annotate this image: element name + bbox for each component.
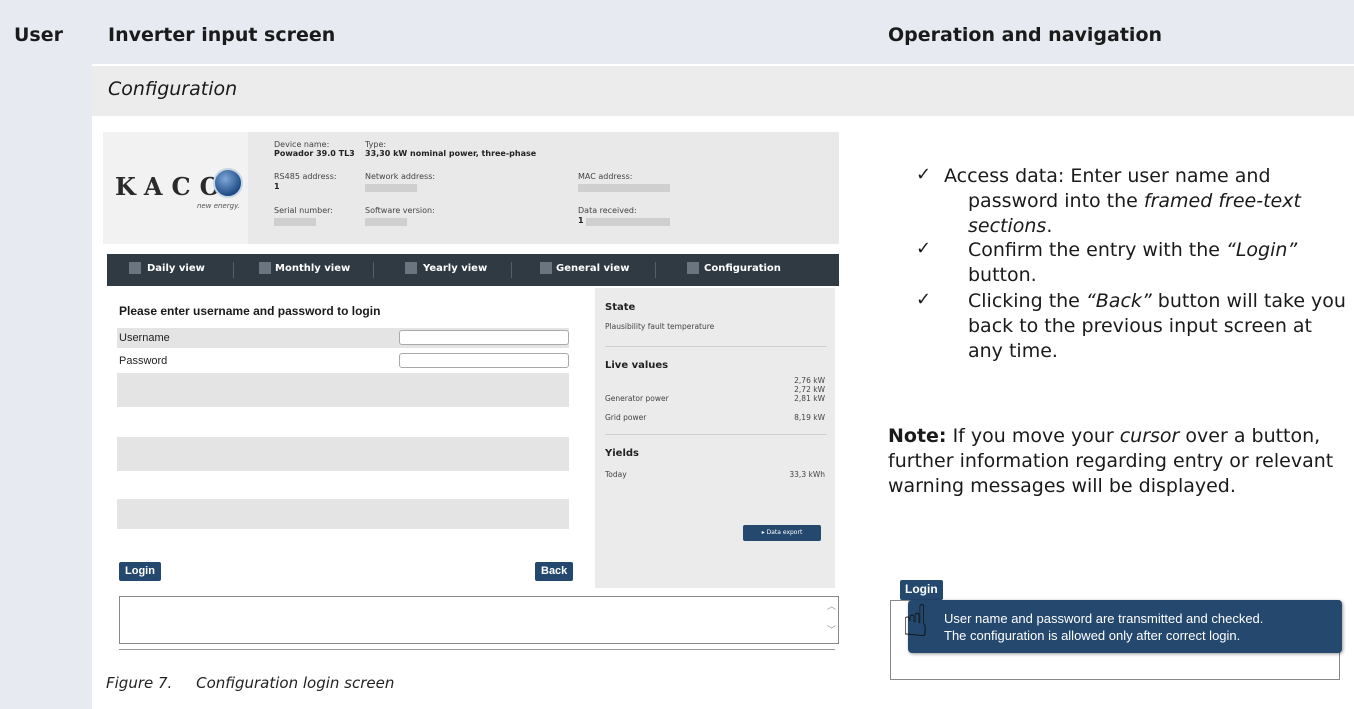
nav-divider (511, 262, 512, 278)
mac-redacted (578, 184, 670, 192)
instruction-access-data: Access data: Enter user name and passwor… (944, 164, 1350, 239)
note-paragraph: Note: If you move your cursor over a but… (888, 424, 1350, 499)
nav-divider (373, 262, 374, 278)
nav-yearly-view[interactable]: Yearly view (423, 263, 487, 274)
form-blank-row (117, 373, 569, 407)
header-operation: Operation and navigation (888, 24, 1163, 46)
figure-caption: Figure 7. Configuration login screen (106, 674, 395, 692)
mac-label: MAC address: (578, 172, 633, 181)
type-label: Type: (365, 140, 387, 149)
data-export-button[interactable]: ▸ Data export (743, 525, 821, 541)
wrench-icon (687, 262, 699, 274)
instruction-text: Confirm the entry with the (968, 239, 1226, 261)
device-name-label: Device name: (274, 140, 330, 149)
state-text: Plausibility fault temperature (605, 322, 715, 331)
inverter-screenshot: KACO new energy. Device name: Powador 39… (103, 132, 839, 652)
section-row: Configuration (92, 66, 1354, 116)
hand-cursor-icon: ☝ (902, 596, 929, 647)
generator-value-3: 2,81 kW (794, 394, 825, 403)
device-name-value: Powador 39.0 TL3 (274, 149, 355, 158)
data-received-value: 1 (578, 216, 584, 225)
nav-general-view[interactable]: General view (556, 263, 629, 274)
live-values-heading: Live values (605, 360, 669, 371)
scroll-down-icon[interactable]: ﹀ (827, 623, 836, 636)
password-input[interactable] (399, 353, 569, 368)
divider (605, 346, 827, 347)
today-value: 33,3 kWh (789, 470, 825, 479)
section-title: Configuration (108, 78, 238, 100)
today-label: Today (605, 470, 627, 479)
instruction-text: Clicking the (968, 290, 1086, 312)
software-redacted (365, 218, 407, 226)
message-textarea[interactable]: ︿ ﹀ (119, 596, 839, 644)
kaco-tagline: new energy. (197, 202, 240, 210)
device-info: Device name: Powador 39.0 TL3 Type: 33,3… (248, 132, 839, 244)
check-icon: ✓ (916, 289, 932, 310)
tooltip-demo: Login User name and password are transmi… (888, 578, 1354, 702)
yields-heading: Yields (605, 448, 639, 459)
tooltip-line-2: The configuration is allowed only after … (944, 628, 1241, 643)
divider (605, 434, 827, 435)
note-label: Note: (888, 425, 947, 447)
network-redacted (365, 184, 417, 192)
calendar-month-icon (259, 262, 271, 274)
form-blank-row (117, 437, 569, 471)
generator-value-2: 2,72 kW (794, 385, 825, 394)
nav-configuration[interactable]: Configuration (704, 263, 781, 274)
header-user: User (14, 24, 63, 46)
grid-power-value: 8,19 kW (794, 413, 825, 422)
check-icon: ✓ (916, 238, 932, 259)
serial-label: Serial number: (274, 206, 333, 215)
instruction-confirm: Confirm the entry with the “Login” butto… (968, 238, 1350, 288)
status-sidebar: State Plausibility fault temperature Liv… (595, 288, 835, 588)
grid-power-label: Grid power (605, 413, 647, 422)
calendar-year-icon (405, 262, 417, 274)
instruction-emphasis: “Login” (1226, 239, 1298, 261)
scroll-up-icon[interactable]: ︿ (827, 599, 836, 612)
type-value: 33,30 kW nominal power, three-phase (365, 149, 537, 158)
nav-monthly-view[interactable]: Monthly view (275, 263, 350, 274)
data-received-redacted (586, 218, 670, 226)
instruction-back: Clicking the “Back” button will take you… (968, 289, 1350, 364)
form-blank-row (117, 499, 569, 529)
login-form-title: Please enter username and password to lo… (119, 304, 381, 318)
general-view-icon (540, 262, 552, 274)
rs485-label: RS485 address: (274, 172, 337, 181)
state-heading: State (605, 302, 636, 313)
calendar-day-icon (129, 262, 141, 274)
username-label: Username (119, 332, 170, 344)
username-row: Username (117, 328, 569, 348)
username-input[interactable] (399, 330, 569, 345)
kaco-logo-ball-icon (213, 168, 243, 198)
nav-daily-view[interactable]: Daily view (147, 263, 205, 274)
login-tooltip: User name and password are transmitted a… (908, 600, 1342, 653)
generator-power-label: Generator power (605, 394, 669, 403)
nav-divider (655, 262, 656, 278)
kaco-logo: KACO (115, 172, 230, 201)
header-inverter-input: Inverter input screen (108, 24, 336, 46)
password-label: Password (119, 355, 168, 367)
screenshot-bottom-line (119, 649, 835, 650)
password-row: Password (117, 351, 569, 371)
data-received-label: Data received: (578, 206, 637, 215)
tooltip-line-1: User name and password are transmitted a… (944, 611, 1264, 626)
note-text: If you move your (946, 425, 1120, 447)
login-button[interactable]: Login (119, 562, 161, 581)
left-strip (0, 0, 92, 709)
network-label: Network address: (365, 172, 436, 181)
generator-value-1: 2,76 kW (794, 376, 825, 385)
rs485-value: 1 (274, 182, 280, 191)
check-icon: ✓ (916, 164, 932, 185)
nav-bar: Daily view Monthly view Yearly view Gene… (107, 254, 839, 286)
note-emphasis: cursor (1119, 425, 1180, 447)
nav-divider (233, 262, 234, 278)
back-button[interactable]: Back (535, 562, 574, 581)
instruction-text: . (1046, 215, 1053, 237)
serial-redacted (274, 218, 316, 226)
instruction-text: button. (968, 264, 1037, 286)
software-label: Software version: (365, 206, 435, 215)
instruction-emphasis: “Back” (1085, 290, 1152, 312)
